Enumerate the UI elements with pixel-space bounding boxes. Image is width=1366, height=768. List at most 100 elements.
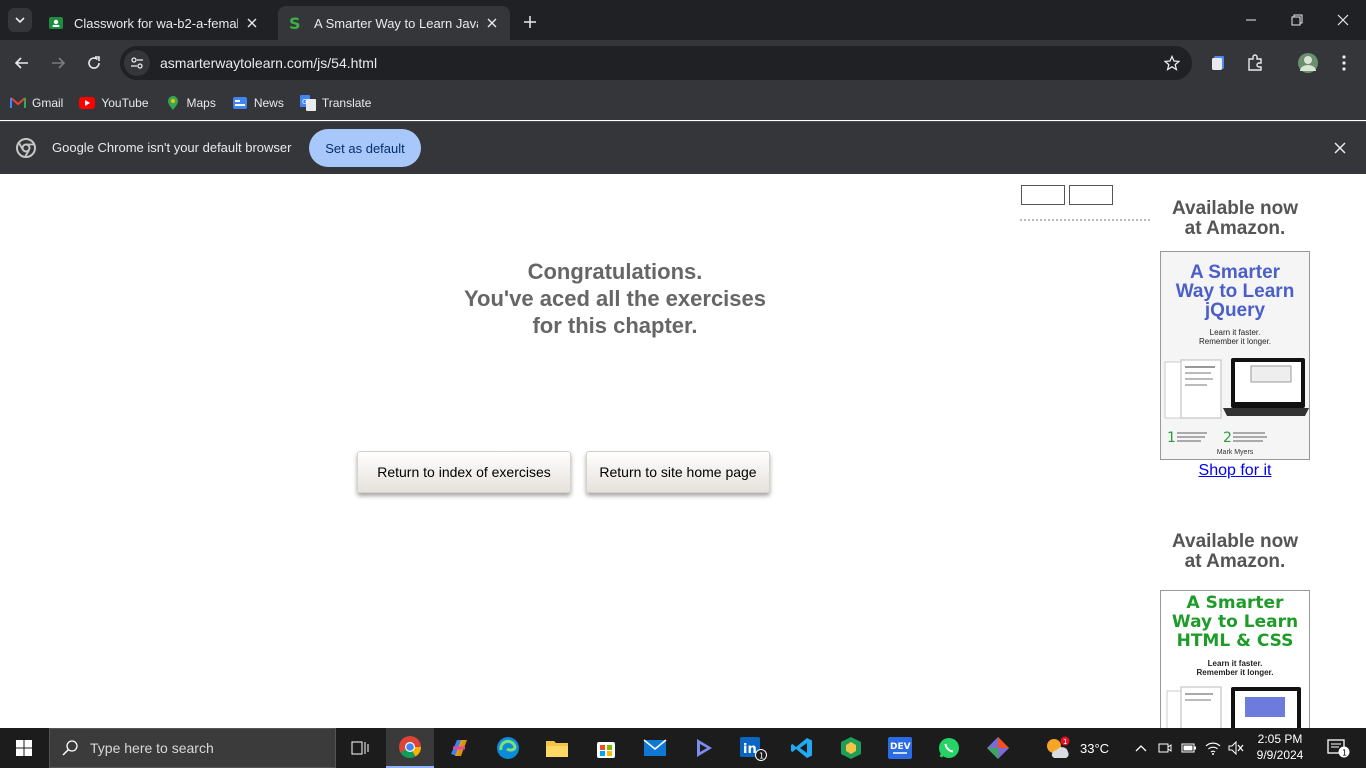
book-title-line: A Smarter bbox=[1189, 262, 1281, 283]
book-title-line: Way to Learn bbox=[1175, 281, 1295, 302]
close-infobar-icon[interactable] bbox=[1330, 138, 1350, 158]
taskbar-search-box[interactable]: Type here to search bbox=[49, 728, 336, 768]
restore-button[interactable] bbox=[1274, 0, 1320, 40]
windows-taskbar: Type here to search in 1 DEV 1 33°C 2:05… bbox=[0, 728, 1366, 768]
bookmarks-bar: Gmail YouTube Maps News G Translate bbox=[0, 86, 1366, 120]
book-title-line: HTML & CSS bbox=[1176, 631, 1294, 651]
tray-volume-icon[interactable] bbox=[1225, 728, 1247, 768]
small-input-box[interactable] bbox=[1069, 185, 1113, 205]
tab-smarter-way[interactable]: S A Smarter Way to Learn JavaScr bbox=[278, 6, 510, 40]
gmail-icon bbox=[10, 95, 26, 111]
chevron-up-icon bbox=[1135, 745, 1147, 752]
new-tab-button[interactable] bbox=[518, 10, 542, 34]
default-browser-infobar: Google Chrome isn't your default browser… bbox=[0, 121, 1366, 174]
taskbar-copilot[interactable] bbox=[435, 728, 483, 768]
maps-icon bbox=[165, 95, 181, 111]
menu-kebab-icon[interactable] bbox=[1330, 49, 1358, 77]
tab-classwork[interactable]: Classwork for wa-b2-a-female bbox=[38, 6, 270, 40]
set-as-default-button[interactable]: Set as default bbox=[309, 129, 421, 167]
weather-widget[interactable]: 1 33°C bbox=[1044, 728, 1109, 768]
svg-text:in: in bbox=[743, 742, 757, 757]
book-title-line: A Smarter bbox=[1186, 593, 1284, 613]
weather-cloud-sun-icon: 1 bbox=[1047, 736, 1070, 758]
clock-time: 2:05 PM bbox=[1257, 732, 1303, 746]
taskbar-dev-app[interactable]: DEV bbox=[876, 728, 924, 768]
svg-text:1: 1 bbox=[1167, 430, 1176, 446]
book-subtitle-line: Remember it longer. bbox=[1196, 668, 1274, 677]
tray-battery-icon[interactable] bbox=[1178, 728, 1200, 768]
tab-strip: Classwork for wa-b2-a-female S A Smarter… bbox=[0, 0, 1366, 40]
bookmark-label: News bbox=[253, 96, 284, 110]
taskbar-linkedin[interactable]: in 1 bbox=[729, 728, 777, 768]
shop-for-it-link[interactable]: Shop for it bbox=[1160, 462, 1310, 480]
reload-button[interactable] bbox=[80, 49, 108, 77]
book-title-line: jQuery bbox=[1204, 300, 1266, 321]
notification-icon: 1 bbox=[1327, 739, 1350, 758]
congratulations-message: Congratulations. You've aced all the exe… bbox=[415, 258, 815, 339]
taskbar-whatsapp[interactable] bbox=[925, 728, 973, 768]
jquery-book-cover[interactable]: A Smarter Way to Learn jQuery Learn it f… bbox=[1160, 251, 1310, 460]
show-hidden-icons-button[interactable] bbox=[1130, 728, 1152, 768]
bookmark-maps[interactable]: Maps bbox=[165, 95, 216, 111]
taskbar-vscode[interactable] bbox=[778, 728, 826, 768]
back-button[interactable] bbox=[8, 49, 36, 77]
extensions-puzzle-icon[interactable] bbox=[1241, 49, 1269, 77]
weather-temperature: 33°C bbox=[1080, 740, 1110, 756]
taskbar-chrome[interactable] bbox=[386, 728, 434, 768]
close-window-button[interactable] bbox=[1320, 0, 1366, 40]
tray-meet-icon[interactable] bbox=[1154, 728, 1176, 768]
bookmark-news[interactable]: News bbox=[232, 95, 284, 111]
taskbar-store[interactable] bbox=[582, 728, 630, 768]
profile-avatar[interactable] bbox=[1294, 49, 1322, 77]
bookmark-label: Gmail bbox=[32, 96, 64, 110]
taskbar-box-app[interactable] bbox=[827, 728, 875, 768]
notification-count: 1 bbox=[1342, 749, 1347, 758]
bookmark-star-icon[interactable] bbox=[1158, 49, 1186, 77]
ad-heading: Available now at Amazon. bbox=[1155, 532, 1315, 572]
taskbar-media-player[interactable] bbox=[680, 728, 728, 768]
taskbar-file-explorer[interactable] bbox=[533, 728, 581, 768]
return-to-home-button[interactable]: Return to site home page bbox=[586, 451, 770, 493]
taskbar-mail[interactable] bbox=[631, 728, 679, 768]
bookmark-gmail[interactable]: Gmail bbox=[10, 95, 63, 111]
start-button[interactable] bbox=[0, 728, 48, 768]
url-text[interactable]: asmarterwaytolearn.com/js/54.html bbox=[160, 55, 1158, 71]
taskbar-git-app[interactable] bbox=[974, 728, 1022, 768]
search-icon bbox=[62, 740, 78, 756]
svg-text:2: 2 bbox=[1223, 430, 1232, 446]
address-bar[interactable]: asmarterwaytolearn.com/js/54.html bbox=[120, 46, 1192, 80]
close-tab-icon[interactable] bbox=[484, 15, 500, 31]
youtube-icon bbox=[79, 95, 96, 111]
html-css-book-cover[interactable]: A Smarter Way to Learn HTML & CSS Learn … bbox=[1160, 590, 1310, 728]
translate-icon: G bbox=[299, 95, 316, 111]
forward-button[interactable] bbox=[44, 49, 72, 77]
book-subtitle: Learn it faster. Remember it longer. bbox=[1161, 659, 1309, 677]
site-info-icon[interactable] bbox=[124, 50, 150, 76]
svg-text:1: 1 bbox=[1063, 738, 1067, 746]
notification-center-button[interactable]: 1 bbox=[1318, 728, 1358, 768]
arrow-right-icon bbox=[52, 57, 66, 69]
small-input-box[interactable] bbox=[1021, 185, 1065, 205]
clock-date: 9/9/2024 bbox=[1256, 748, 1304, 762]
bookmark-translate[interactable]: G Translate bbox=[299, 95, 371, 111]
whatsapp-icon bbox=[939, 738, 959, 758]
battery-icon bbox=[1181, 743, 1196, 753]
minimize-button[interactable] bbox=[1228, 0, 1274, 40]
close-tab-icon[interactable] bbox=[244, 15, 260, 31]
congrats-line: Congratulations. bbox=[527, 259, 703, 284]
chrome-icon bbox=[399, 736, 421, 758]
reload-icon bbox=[88, 56, 100, 69]
dev-icon: DEV bbox=[888, 737, 912, 759]
task-view-button[interactable] bbox=[336, 728, 384, 768]
taskbar-edge[interactable] bbox=[484, 728, 532, 768]
taskbar-clock[interactable]: 2:05 PM 9/9/2024 bbox=[1254, 731, 1306, 763]
extension-file-icon[interactable] bbox=[1204, 49, 1232, 77]
site-favicon-icon: S bbox=[288, 15, 304, 31]
wifi-icon bbox=[1205, 742, 1221, 755]
book-author: Mark Myers bbox=[1216, 449, 1254, 456]
web-page: Congratulations. You've aced all the exe… bbox=[0, 174, 1366, 728]
tab-search-button[interactable] bbox=[8, 8, 32, 32]
bookmark-youtube[interactable]: YouTube bbox=[79, 95, 149, 111]
return-to-index-button[interactable]: Return to index of exercises bbox=[357, 451, 571, 493]
tray-wifi-icon[interactable] bbox=[1202, 728, 1224, 768]
